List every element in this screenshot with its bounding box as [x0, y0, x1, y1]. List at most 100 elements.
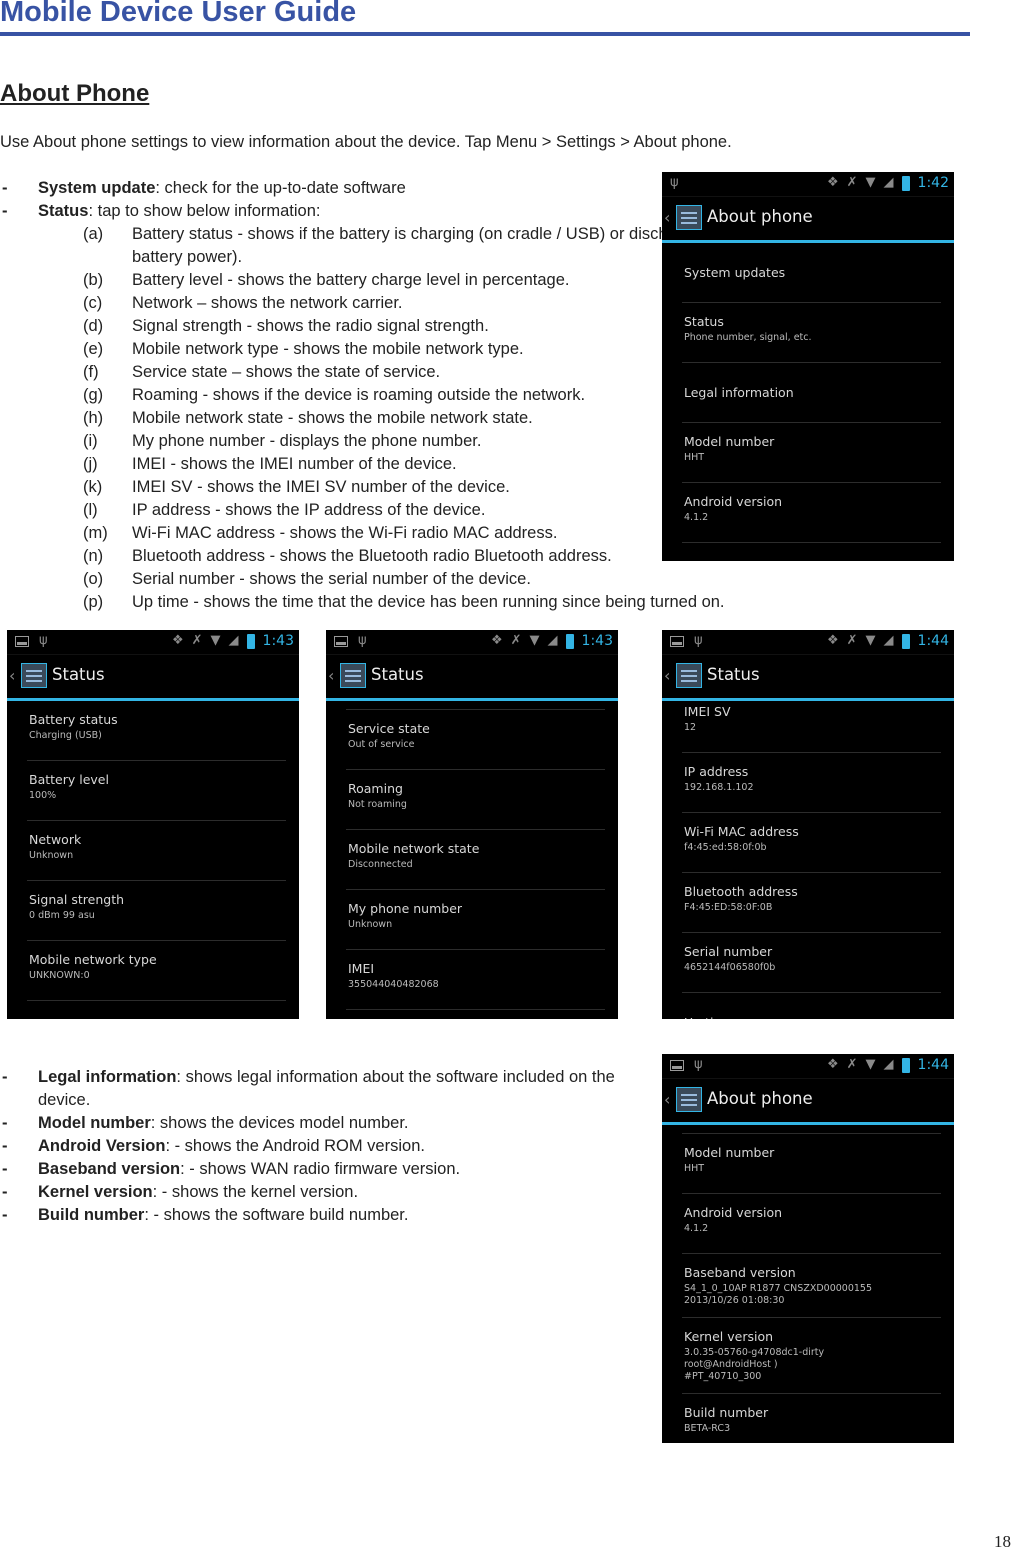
back-chevron-icon[interactable]: ‹ — [664, 666, 670, 685]
list-item-status: - Status: tap to show below information: … — [0, 200, 760, 614]
status-bar: ψ ❖ ✗ ▼ ◢ 1:42 — [662, 172, 954, 197]
settings-row-kernel-version[interactable]: Kernel version 3.0.35-05760-g4708dc1-dirt… — [682, 1318, 941, 1394]
status-sublist-item: (a) Battery status - shows if the battery… — [38, 223, 760, 269]
wifi-icon: ▼ — [865, 1057, 876, 1072]
row-title: System updates — [684, 265, 786, 280]
row-value: Phone number, signal, etc. — [684, 332, 812, 343]
settings-row-bluetooth-address[interactable]: Bluetooth address F4:45:ED:58:0F:0B — [682, 873, 941, 933]
row-value: HHT — [684, 1163, 705, 1174]
settings-app-icon[interactable] — [676, 205, 702, 230]
screenshot-about-phone-2: ψ ❖ ✗ ▼ ◢ 1:44 ‹ About phone Model number HHT Andr… — [662, 1054, 954, 1443]
settings-app-icon[interactable] — [676, 1087, 702, 1112]
item-label: (b) — [83, 271, 104, 289]
bluetooth-icon: ❖ — [826, 633, 839, 648]
bullet-dash: - — [2, 1183, 8, 1201]
row-value: 100% — [29, 790, 57, 801]
item-text: Signal strength - shows the radio signal… — [132, 317, 489, 335]
settings-app-icon[interactable] — [21, 663, 47, 688]
settings-app-icon[interactable] — [340, 663, 366, 688]
divider — [346, 701, 605, 710]
row-value: f4:45:ed:58:0f:0b — [684, 842, 767, 853]
settings-row-baseband-version[interactable]: Baseband version — [682, 543, 941, 561]
desc: : - shows WAN radio firmware version. — [180, 1160, 461, 1178]
term: Kernel version — [38, 1183, 153, 1201]
item-label: (j) — [83, 455, 98, 473]
intro-paragraph: Use About phone settings to view informa… — [0, 133, 732, 151]
signal-icon: ◢ — [883, 1057, 894, 1072]
row-value: 4.1.2 — [684, 512, 709, 523]
battery-charging-icon — [246, 633, 255, 649]
term: Build number — [38, 1206, 145, 1224]
clock: 1:43 — [262, 633, 294, 649]
row-title: Model number — [684, 1145, 775, 1160]
status-sublist-item: (c) Network – shows the network carrier. — [38, 292, 760, 315]
row-title: Legal information — [684, 385, 794, 400]
list-item-android-version: - Android Version: - shows the Android RO… — [0, 1135, 640, 1158]
item-label: (n) — [83, 547, 104, 565]
settings-row-mobile-network-state[interactable]: Mobile network state Disconnected — [346, 830, 605, 890]
settings-row-service-state[interactable]: Service state Out of service — [346, 710, 605, 770]
settings-row-android-version[interactable]: Android version 4.1.2 — [682, 1194, 941, 1254]
item-text: IMEI - shows the IMEI number of the devi… — [132, 455, 457, 473]
row-value: Charging (USB) — [29, 730, 102, 741]
settings-row-network[interactable]: Network Unknown — [27, 821, 286, 881]
status-sublist-item: (h) Mobile network state - shows the mobi… — [38, 407, 760, 430]
settings-row-model-number[interactable]: Model number HHT — [682, 423, 941, 483]
settings-row-model-number[interactable]: Model number HHT — [682, 1134, 941, 1194]
signal-icon: ◢ — [228, 633, 239, 648]
settings-row-serial-number[interactable]: Serial number 4652144f06580f0b — [682, 933, 941, 993]
settings-row-legal-information[interactable]: Legal information — [682, 363, 941, 423]
item-text: IP address - shows the IP address of the… — [132, 501, 486, 519]
action-bar: ‹ About phone — [662, 1079, 954, 1125]
item-text: My phone number - displays the phone num… — [132, 432, 482, 450]
settings-row-battery-status[interactable]: Battery status Charging (USB) — [27, 701, 286, 761]
usb-icon: ψ — [39, 633, 48, 648]
settings-row-imei[interactable]: IMEI 355044040482068 — [346, 950, 605, 1010]
settings-row-ip-address[interactable]: IP address 192.168.1.102 — [682, 753, 941, 813]
row-title: Up time — [684, 1003, 939, 1019]
row-title: Android version — [684, 494, 783, 509]
back-chevron-icon[interactable]: ‹ — [9, 666, 15, 685]
settings-row-roaming[interactable]: Roaming Not roaming — [346, 770, 605, 830]
settings-row-status[interactable]: Status Phone number, signal, etc. — [682, 303, 941, 363]
settings-row-service-state[interactable]: Service state — [27, 1001, 286, 1019]
status-sublist-item: (p) Up time - shows the time that the dev… — [38, 591, 760, 614]
back-chevron-icon[interactable]: ‹ — [664, 208, 670, 227]
status-sublist-item: (o) Serial number - shows the serial numb… — [38, 568, 760, 591]
settings-app-icon[interactable] — [676, 663, 702, 688]
settings-row-build-number[interactable]: Build number BETA-RC3 — [682, 1394, 941, 1443]
settings-row-wi-fi-mac-address[interactable]: Wi-Fi MAC address f4:45:ed:58:0f:0b — [682, 813, 941, 873]
settings-row-system-updates[interactable]: System updates — [682, 243, 941, 303]
signal-icon: ◢ — [883, 175, 894, 190]
settings-list: Model number HHT Android version 4.1.2 Baseb… — [662, 1125, 954, 1443]
row-value: 0 dBm 99 asu — [29, 910, 95, 921]
list-item-kernel-version: - Kernel version: - shows the kernel vers… — [0, 1181, 640, 1204]
bullet-dash: - — [2, 179, 8, 197]
desc: : check for the up-to-date software — [155, 179, 406, 197]
settings-row-baseband-version[interactable]: Baseband version S4_1_0_10AP R1877 CNSZXD… — [682, 1254, 941, 1318]
settings-row-mobile-network-type[interactable]: Mobile network type UNKNOWN:0 — [27, 941, 286, 1001]
row-title: Status — [684, 314, 724, 329]
settings-row-up-time[interactable]: Up time — [682, 993, 941, 1019]
row-title: Model number — [684, 434, 775, 449]
mute-icon: ✗ — [846, 175, 858, 190]
row-title: Baseband version — [684, 553, 939, 561]
settings-row-imei-sv[interactable]: IMEI SV 12 — [682, 693, 941, 753]
list-item-model-number: - Model number: shows the devices model n… — [0, 1112, 640, 1135]
settings-row-battery-level[interactable]: Battery level 100% — [27, 761, 286, 821]
settings-row-my-phone-number[interactable]: My phone number Unknown — [346, 890, 605, 950]
back-chevron-icon[interactable]: ‹ — [328, 666, 334, 685]
settings-list: Service state Out of service Roaming Not ro… — [326, 701, 618, 1010]
status-sublist-item: (g) Roaming - shows if the device is roam… — [38, 384, 760, 407]
back-chevron-icon[interactable]: ‹ — [664, 1090, 670, 1109]
status-bar: ψ ❖ ✗ ▼ ◢ 1:43 — [7, 630, 299, 655]
item-label: (i) — [83, 432, 98, 450]
row-value: 12 — [684, 722, 697, 733]
status-sublist-item: (i) My phone number - displays the phone … — [38, 430, 760, 453]
row-value: Out of service — [348, 739, 415, 750]
usb-icon: ψ — [694, 633, 703, 648]
settings-row-android-version[interactable]: Android version 4.1.2 — [682, 483, 941, 543]
settings-row-signal-strength[interactable]: Signal strength 0 dBm 99 asu — [27, 881, 286, 941]
wifi-icon: ▼ — [865, 633, 876, 648]
item-label: (l) — [83, 501, 98, 519]
